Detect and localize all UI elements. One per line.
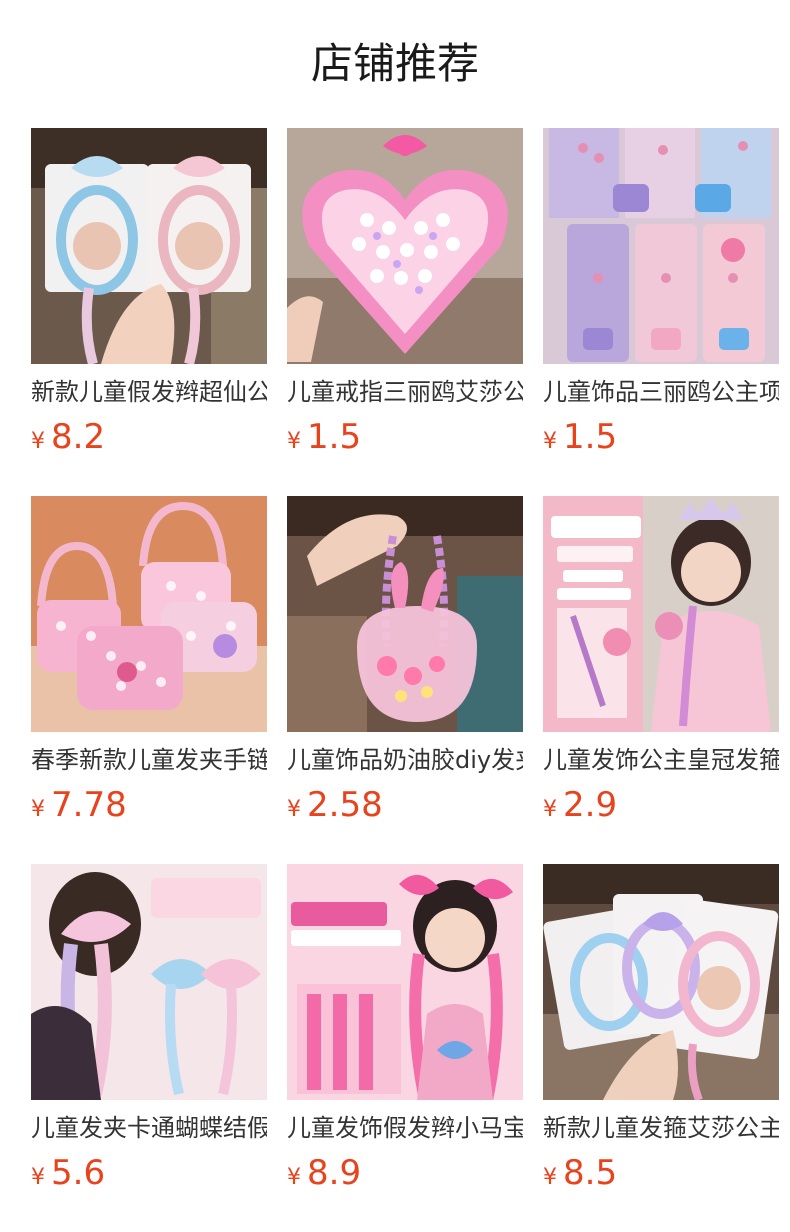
product-name[interactable]: 新款儿童假发辫超仙公主 [31,374,267,410]
product-price: ¥2.9 [543,782,617,828]
price-amount: 7.78 [51,785,127,825]
currency-symbol: ¥ [31,1165,45,1190]
price-amount: 8.5 [563,1153,618,1193]
product-name[interactable]: 儿童发饰公主皇冠发箍魔法 [543,742,779,778]
product-image[interactable] [287,496,523,732]
product-image[interactable] [31,864,267,1100]
price-amount: 2.58 [307,785,383,825]
product-card[interactable]: 儿童发饰假发辫小马宝莉 ¥8.9 [287,864,523,1204]
product-price: ¥1.5 [287,414,361,460]
price-amount: 5.6 [51,1153,106,1193]
product-price: ¥8.5 [543,1150,617,1196]
currency-symbol: ¥ [543,1165,557,1190]
product-image[interactable] [543,864,779,1100]
currency-symbol: ¥ [543,429,557,454]
product-price: ¥1.5 [543,414,617,460]
price-amount: 2.9 [563,785,618,825]
product-card[interactable]: 儿童发饰公主皇冠发箍魔法 ¥2.9 [543,496,779,836]
product-image[interactable] [287,128,523,364]
product-card[interactable]: 春季新款儿童发夹手链套装 ¥7.78 [31,496,267,836]
product-image[interactable] [543,496,779,732]
product-name[interactable]: 儿童饰品奶油胶diy发夹包 [287,742,523,778]
product-card[interactable]: 儿童饰品三丽鸥公主项链 ¥1.5 [543,128,779,468]
product-name[interactable]: 儿童发饰假发辫小马宝莉 [287,1110,523,1146]
product-price: ¥8.9 [287,1150,361,1196]
currency-symbol: ¥ [287,429,301,454]
product-card[interactable]: 新款儿童发箍艾莎公主假发 ¥8.5 [543,864,779,1204]
currency-symbol: ¥ [31,429,45,454]
price-amount: 1.5 [307,417,362,457]
currency-symbol: ¥ [287,1165,301,1190]
product-image[interactable] [287,864,523,1100]
product-card[interactable]: 儿童饰品奶油胶diy发夹包 ¥2.58 [287,496,523,836]
price-amount: 8.2 [51,417,106,457]
product-price: ¥5.6 [31,1150,105,1196]
product-name[interactable]: 儿童饰品三丽鸥公主项链 [543,374,779,410]
currency-symbol: ¥ [543,797,557,822]
product-card[interactable]: 儿童戒指三丽鸥艾莎公主 ¥1.5 [287,128,523,468]
price-amount: 8.9 [307,1153,362,1193]
product-image[interactable] [31,496,267,732]
product-price: ¥2.58 [287,782,383,828]
product-image[interactable] [31,128,267,364]
product-image[interactable] [543,128,779,364]
product-card[interactable]: 儿童发夹卡通蝴蝶结假发辫 ¥5.6 [31,864,267,1204]
product-card[interactable]: 新款儿童假发辫超仙公主 ¥8.2 [31,128,267,468]
product-name[interactable]: 儿童发夹卡通蝴蝶结假发辫 [31,1110,267,1146]
currency-symbol: ¥ [31,797,45,822]
product-name[interactable]: 儿童戒指三丽鸥艾莎公主 [287,374,523,410]
section-title: 店铺推荐 [310,39,479,88]
price-amount: 1.5 [563,417,618,457]
product-price: ¥7.78 [31,782,127,828]
product-name[interactable]: 春季新款儿童发夹手链套装 [31,742,267,778]
product-price: ¥8.2 [31,414,105,460]
product-name[interactable]: 新款儿童发箍艾莎公主假发 [543,1110,779,1146]
currency-symbol: ¥ [287,797,301,822]
